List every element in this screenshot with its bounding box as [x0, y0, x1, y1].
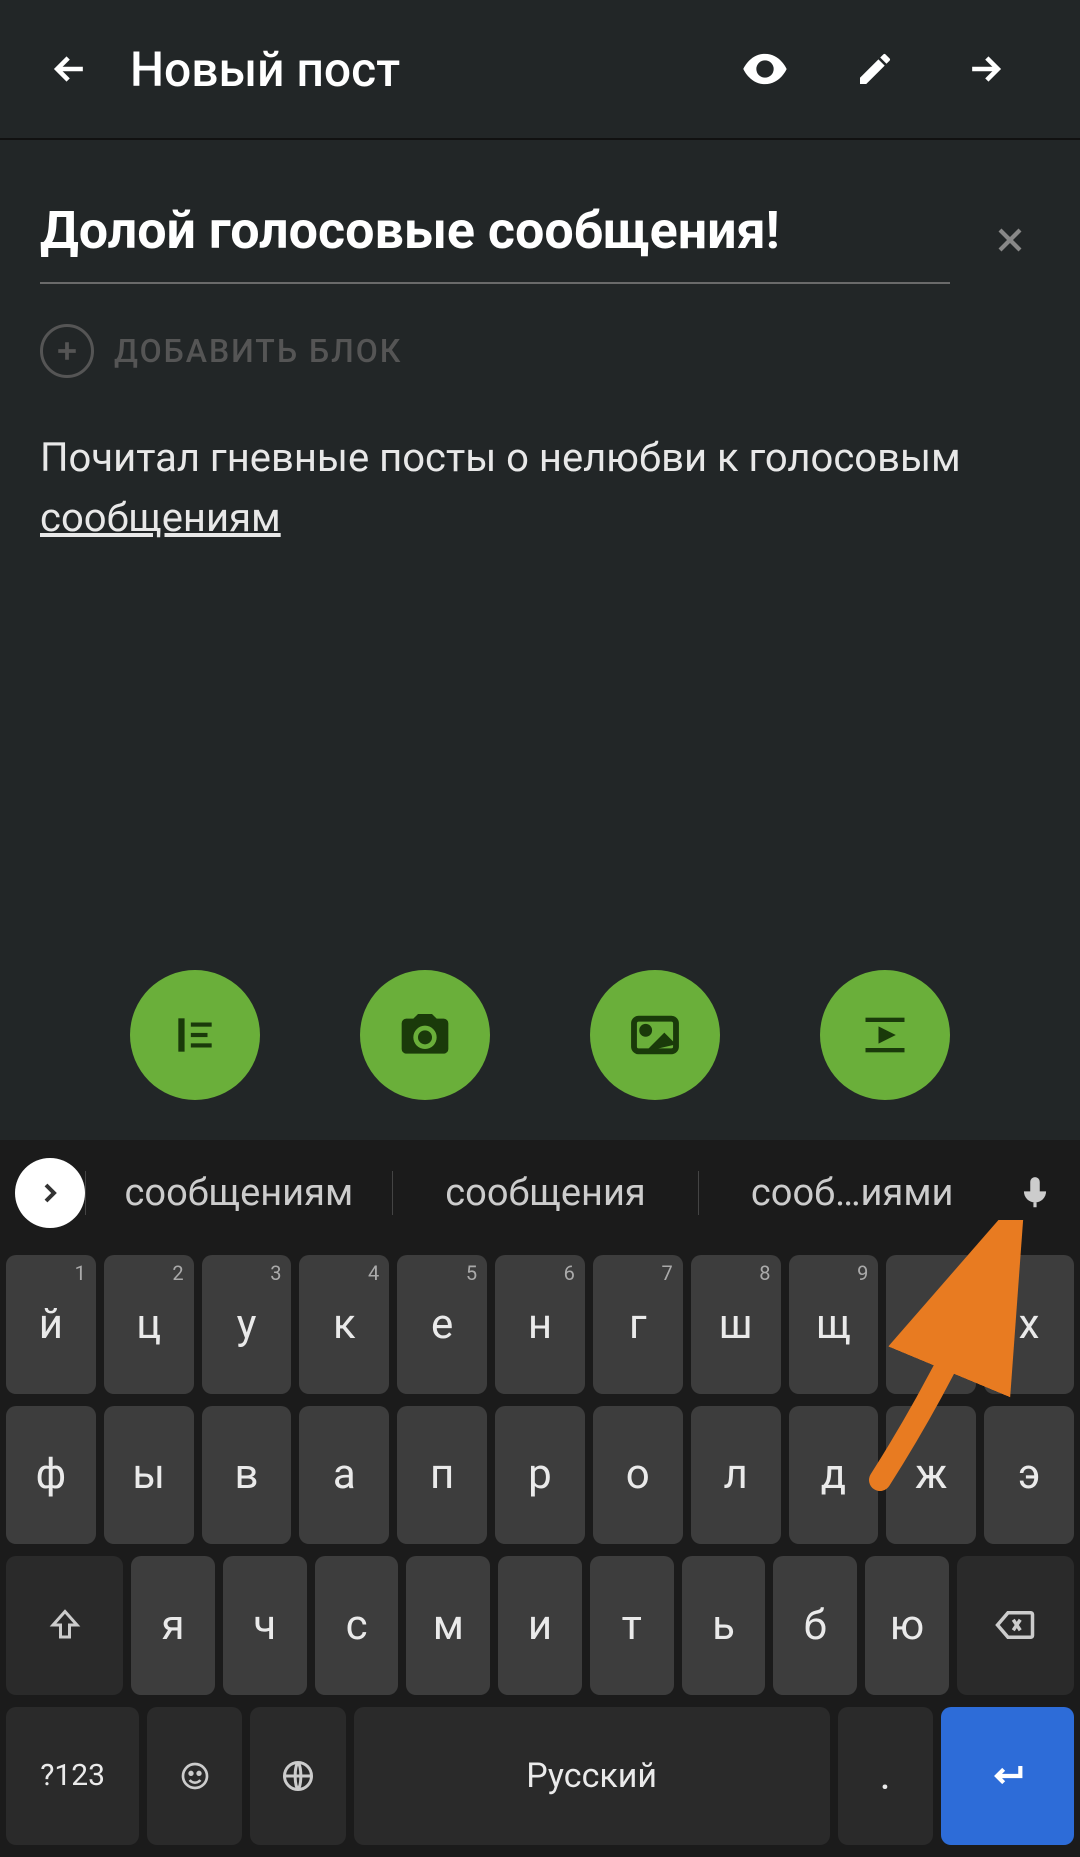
key-й[interactable]: й1 — [6, 1255, 96, 1394]
language-key[interactable] — [250, 1707, 345, 1846]
post-title-input[interactable]: Долой голосовые сообщения! — [40, 200, 950, 284]
insert-text-button[interactable] — [130, 970, 260, 1100]
key-ы[interactable]: ы — [104, 1406, 194, 1545]
voice-input-button[interactable] — [1005, 1174, 1065, 1212]
key-м[interactable]: м — [406, 1556, 490, 1695]
key-ф[interactable]: ф — [6, 1406, 96, 1545]
key-э[interactable]: э — [984, 1406, 1074, 1545]
enter-key[interactable] — [941, 1707, 1074, 1846]
key-д[interactable]: д — [789, 1406, 879, 1545]
add-block-button[interactable]: ДОБАВИТЬ БЛОК — [40, 324, 1040, 378]
key-в[interactable]: в — [202, 1406, 292, 1545]
edit-button[interactable] — [820, 49, 930, 89]
key-щ[interactable]: щ9 — [789, 1255, 879, 1394]
post-body-input[interactable]: Почитал гневные посты о нелюбви к голосо… — [40, 428, 1040, 548]
key-с[interactable]: с — [315, 1556, 399, 1695]
key-ь[interactable]: ь — [682, 1556, 766, 1695]
insert-toolbar — [0, 970, 1080, 1100]
keyboard-row-1: й1 ц2 у3 к4 е5 н6 г7 ш8 щ9 з х — [6, 1255, 1074, 1394]
forward-button[interactable] — [930, 47, 1040, 91]
key-р[interactable]: р — [495, 1406, 585, 1545]
key-а[interactable]: а — [299, 1406, 389, 1545]
body-text-underlined: сообщениям — [40, 494, 281, 541]
key-л[interactable]: л — [691, 1406, 781, 1545]
period-key[interactable]: . — [838, 1707, 933, 1846]
key-к[interactable]: к4 — [299, 1255, 389, 1394]
emoji-key[interactable] — [147, 1707, 242, 1846]
key-б[interactable]: б — [773, 1556, 857, 1695]
key-х[interactable]: х — [984, 1255, 1074, 1394]
key-п[interactable]: п — [397, 1406, 487, 1545]
key-ц[interactable]: ц2 — [104, 1255, 194, 1394]
plus-icon — [40, 324, 94, 378]
space-key[interactable]: Русский — [354, 1707, 830, 1846]
key-н[interactable]: н6 — [495, 1255, 585, 1394]
key-т[interactable]: т — [590, 1556, 674, 1695]
insert-image-button[interactable] — [590, 970, 720, 1100]
key-и[interactable]: и — [498, 1556, 582, 1695]
shift-key[interactable] — [6, 1556, 123, 1695]
add-block-label: ДОБАВИТЬ БЛОК — [114, 332, 402, 370]
keyboard-row-2: ф ы в а п р о л д ж э — [6, 1406, 1074, 1545]
key-я[interactable]: я — [131, 1556, 215, 1695]
key-з[interactable]: з — [886, 1255, 976, 1394]
insert-video-button[interactable] — [820, 970, 950, 1100]
clear-title-button[interactable] — [980, 220, 1040, 260]
key-ч[interactable]: ч — [223, 1556, 307, 1695]
keyboard-row-3: я ч с м и т ь б ю — [6, 1556, 1074, 1695]
insert-camera-button[interactable] — [360, 970, 490, 1100]
key-ю[interactable]: ю — [865, 1556, 949, 1695]
keyboard: й1 ц2 у3 к4 е5 н6 г7 ш8 щ9 з х ф ы в а п… — [0, 1245, 1080, 1857]
app-header: Новый пост — [0, 0, 1080, 140]
back-button[interactable] — [40, 47, 100, 91]
key-г[interactable]: г7 — [593, 1255, 683, 1394]
keyboard-suggestions: сообщениям сообщения сооб…иями — [0, 1140, 1080, 1245]
backspace-key[interactable] — [957, 1556, 1074, 1695]
preview-button[interactable] — [710, 43, 820, 95]
editor-content: Долой голосовые сообщения! ДОБАВИТЬ БЛОК… — [0, 140, 1080, 548]
body-text-plain: Почитал гневные посты о нелюбви к голосо… — [40, 434, 961, 481]
key-у[interactable]: у3 — [202, 1255, 292, 1394]
symbols-key[interactable]: ?123 — [6, 1707, 139, 1846]
key-е[interactable]: е5 — [397, 1255, 487, 1394]
page-title: Новый пост — [130, 41, 400, 98]
suggestion-1[interactable]: сообщениям — [85, 1171, 392, 1215]
suggestions-expand-button[interactable] — [15, 1158, 85, 1228]
key-ж[interactable]: ж — [886, 1406, 976, 1545]
key-ш[interactable]: ш8 — [691, 1255, 781, 1394]
key-о[interactable]: о — [593, 1406, 683, 1545]
keyboard-row-4: ?123 Русский . — [6, 1707, 1074, 1846]
suggestion-3[interactable]: сооб…иями — [698, 1171, 1005, 1215]
suggestion-2[interactable]: сообщения — [392, 1171, 699, 1215]
